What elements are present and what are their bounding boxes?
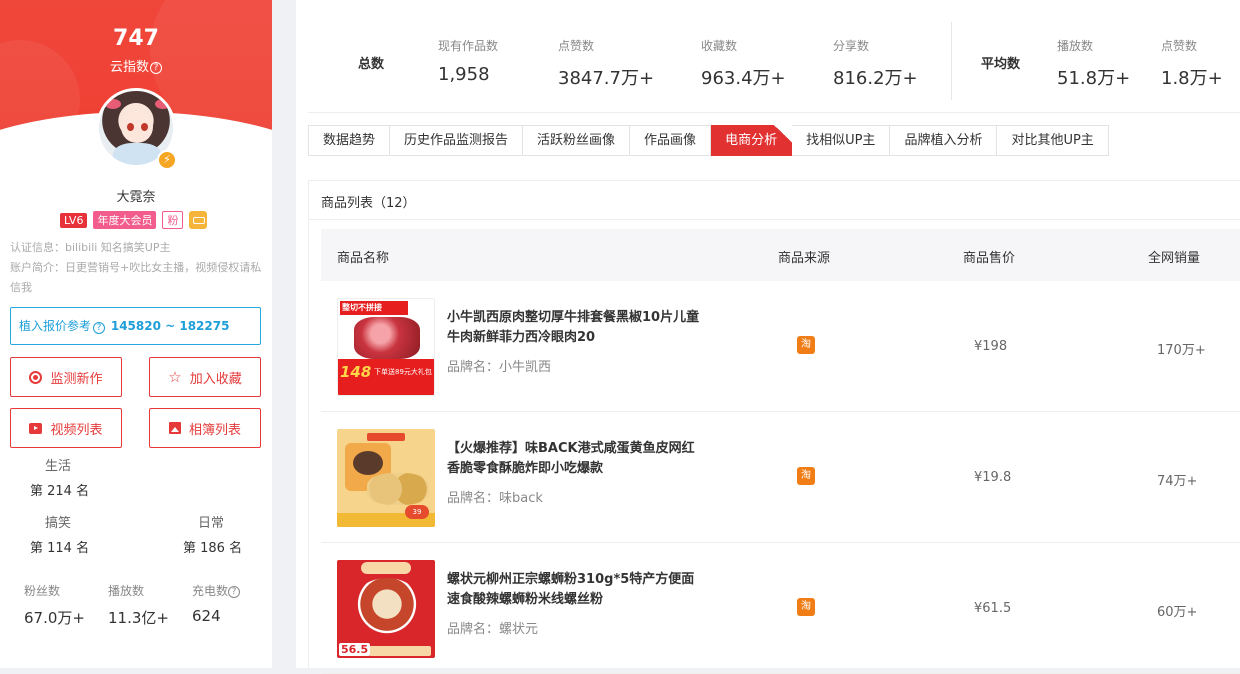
video-list-button[interactable]: 视频列表 <box>10 408 122 448</box>
charge-value: 624 <box>192 607 221 625</box>
summary-stat-value: 1,958 <box>438 64 490 85</box>
cert-info: 认证信息：bilibili 知名搞笑UP主 <box>10 241 171 254</box>
rank-label: 日常 <box>198 516 225 531</box>
star-icon: ☆ <box>168 367 182 386</box>
taobao-icon: 淘 <box>797 336 815 354</box>
bio: 账户简介：日更营销号+吹比女主播，视频侵权请私信我 <box>10 261 262 294</box>
username: 大霓奈 <box>116 190 156 205</box>
product-brand: 品牌名：小牛凯西 <box>447 360 552 375</box>
quote-reference: 植入报价参考? 145820 ~ 182275 <box>10 307 261 345</box>
user-tags: LV6 年度大会员 粉 <box>60 211 208 229</box>
monitor-new-button[interactable]: 监测新作 <box>10 357 122 397</box>
tab-similar-up[interactable]: 找相似UP主 <box>792 125 891 156</box>
product-price: ¥198 <box>974 339 1008 354</box>
plays-label: 播放数 <box>108 584 145 598</box>
summary-stat-value: 963.4万+ <box>701 68 786 89</box>
taobao-icon: 淘 <box>797 598 815 616</box>
tab-compare-up[interactable]: 对比其他UP主 <box>997 125 1109 156</box>
help-icon[interactable]: ? <box>228 585 241 598</box>
product-price: ¥61.5 <box>974 601 1012 616</box>
lightning-badge-icon: ⚡ <box>157 150 177 170</box>
summary-stat-value: 3847.7万+ <box>558 68 655 89</box>
fans-label: 粉丝数 <box>24 584 61 598</box>
table-row[interactable]: 56.5 螺状元柳州正宗螺蛳粉310g*5特产方便面速食酸辣螺蛳粉米线螺丝粉 品… <box>321 543 1240 674</box>
table-row[interactable]: 整切不拼接 148 下单送89元大礼包 小牛凯西原肉整切厚牛排套餐黑椒10片儿童… <box>321 281 1240 412</box>
fan-badge: 粉 <box>162 211 184 229</box>
column-header: 商品售价 <box>963 251 1016 266</box>
product-thumbnail[interactable]: 56.5 <box>337 560 435 658</box>
product-thumbnail[interactable]: 整切不拼接 148 下单送89元大礼包 <box>337 298 435 396</box>
add-favorite-button[interactable]: ☆ 加入收藏 <box>149 357 261 397</box>
product-list-title: 商品列表（12） <box>321 196 416 211</box>
divider <box>951 22 952 100</box>
product-price: ¥19.8 <box>974 470 1012 485</box>
rank-label: 生活 <box>45 459 72 474</box>
product-sales: 60万+ <box>1157 605 1198 620</box>
quote-range: 145820 ~ 182275 <box>110 319 230 333</box>
product-name[interactable]: 小牛凯西原肉整切厚牛排套餐黑椒10片儿童牛肉新鲜菲力西冷眼肉20 <box>447 308 707 348</box>
taobao-icon: 淘 <box>797 467 815 485</box>
plays-value: 11.3亿+ <box>108 609 169 627</box>
summary-stat-label: 点赞数 <box>558 39 595 53</box>
product-brand: 品牌名：味back <box>447 491 543 506</box>
table-header: 商品名称 商品来源 商品售价 全网销量 <box>321 229 1240 281</box>
cloud-index-label: 云指数? <box>0 56 272 75</box>
tab-bar: 数据趋势 历史作品监测报告 活跃粉丝画像 作品画像 电商分析 找相似UP主 品牌… <box>308 125 1109 156</box>
main-panel: 总数 现有作品数 1,958 点赞数 3847.7万+ 收藏数 963.4万+ … <box>296 0 1240 674</box>
summary-stat-label: 点赞数 <box>1161 39 1198 53</box>
tab-ecommerce[interactable]: 电商分析 <box>711 125 793 156</box>
tab-data-trend[interactable]: 数据趋势 <box>308 125 391 156</box>
summary-stat-label: 现有作品数 <box>438 39 499 53</box>
target-icon <box>29 370 43 384</box>
product-name[interactable]: 【火爆推荐】味BACK港式咸蛋黄鱼皮网红香脆零食酥脆炸即小吃爆款 <box>447 439 707 479</box>
column-header: 商品来源 <box>778 251 831 266</box>
total-label: 总数 <box>358 57 385 72</box>
column-header: 商品名称 <box>337 251 390 266</box>
product-sales: 170万+ <box>1157 343 1206 358</box>
album-list-button[interactable]: 相簿列表 <box>149 408 261 448</box>
help-icon[interactable]: ? <box>93 322 106 334</box>
product-panel: 商品列表（12） 商品名称 商品来源 商品售价 全网销量 整切不拼接 148 下… <box>308 180 1240 674</box>
summary-stat-value: 816.2万+ <box>833 68 918 89</box>
summary-stat-label: 收藏数 <box>701 39 738 53</box>
tab-works-profile[interactable]: 作品画像 <box>630 125 712 156</box>
rank-label: 搞笑 <box>45 516 72 531</box>
new-corner-badge <box>774 125 793 143</box>
table-row[interactable]: 39 【火爆推荐】味BACK港式咸蛋黄鱼皮网红香脆零食酥脆炸即小吃爆款 品牌名：… <box>321 412 1240 543</box>
vip-badge: 年度大会员 <box>93 211 157 229</box>
rank-value: 第 186 名 <box>183 541 243 556</box>
tab-brand-placement[interactable]: 品牌植入分析 <box>890 125 998 156</box>
summary-stat-label: 播放数 <box>1057 39 1094 53</box>
help-icon[interactable]: ? <box>150 61 162 74</box>
rank-value: 第 114 名 <box>30 541 90 556</box>
tab-active-fans[interactable]: 活跃粉丝画像 <box>523 125 631 156</box>
tab-history-report[interactable]: 历史作品监测报告 <box>390 125 524 156</box>
gift-box-icon <box>189 211 208 229</box>
summary-stat-label: 分享数 <box>833 39 870 53</box>
play-icon <box>29 422 43 434</box>
summary-stat-value: 1.8万+ <box>1161 68 1223 89</box>
summary-stat-value: 51.8万+ <box>1057 68 1131 89</box>
level-badge: LV6 <box>60 212 88 228</box>
product-name[interactable]: 螺状元柳州正宗螺蛳粉310g*5特产方便面速食酸辣螺蛳粉米线螺丝粉 <box>447 570 707 610</box>
product-thumbnail[interactable]: 39 <box>337 429 435 527</box>
charge-label: 充电数? <box>192 582 241 599</box>
rank-value: 第 214 名 <box>30 484 90 499</box>
cloud-index-score: 747 <box>113 26 159 51</box>
product-brand: 品牌名：螺状元 <box>447 622 539 637</box>
column-header: 全网销量 <box>1148 251 1201 266</box>
image-icon <box>168 422 181 434</box>
product-sales: 74万+ <box>1157 474 1198 489</box>
fans-value: 67.0万+ <box>24 609 85 627</box>
profile-sidebar: 747 云指数? ⚡ 大霓奈 LV6 年度大会员 粉 认证信息：bilibili… <box>0 0 272 668</box>
profile-info: 认证信息：bilibili 知名搞笑UP主 账户简介：日更营销号+吹比女主播，视… <box>10 238 265 298</box>
average-label: 平均数 <box>981 57 1021 72</box>
